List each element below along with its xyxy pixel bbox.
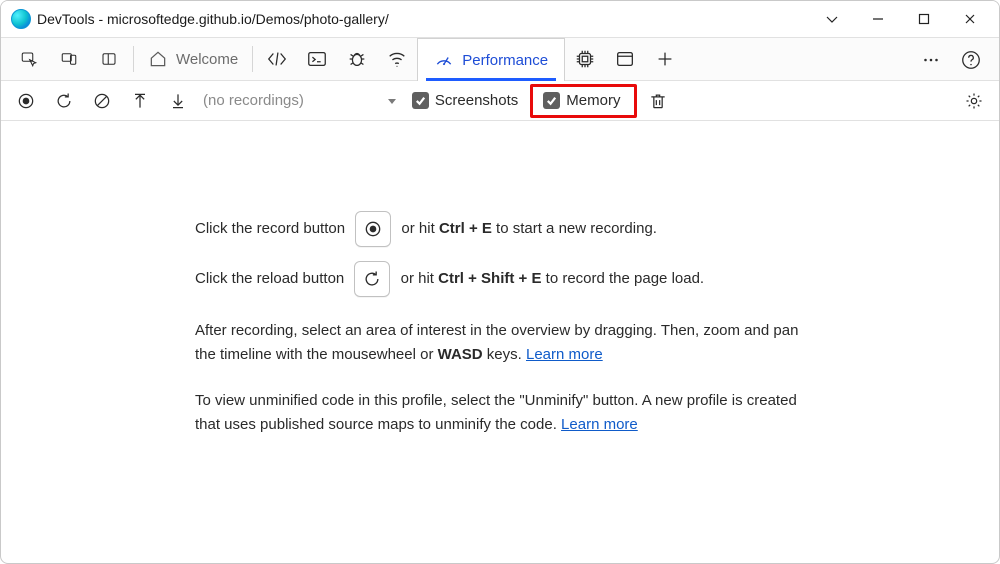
tab-performance-label: Performance (462, 52, 548, 69)
download-profile-button[interactable] (161, 86, 195, 116)
network-icon[interactable] (377, 37, 417, 81)
performance-empty-state: Click the record button or hit Ctrl + E … (1, 121, 999, 563)
learn-more-link[interactable]: Learn more (526, 346, 603, 363)
reload-inline-button[interactable] (354, 261, 390, 297)
divider (252, 46, 253, 72)
maximize-button[interactable] (901, 4, 947, 34)
recordings-dropdown-label[interactable]: (no recordings) (199, 92, 310, 109)
devtools-window: DevTools - microsoftedge.github.io/Demos… (0, 0, 1000, 564)
screenshots-label: Screenshots (435, 92, 518, 109)
close-button[interactable] (947, 4, 993, 34)
memory-chip-icon[interactable] (565, 37, 605, 81)
unminify-instructions: To view unminified code in this profile,… (195, 389, 799, 437)
tab-performance[interactable]: Performance (417, 38, 565, 81)
recordings-dropdown-chevron[interactable] (384, 93, 400, 109)
tab-welcome[interactable]: Welcome (138, 38, 248, 80)
reload-instructions: Click the reload button or hit Ctrl + Sh… (195, 261, 799, 297)
chevron-down-icon[interactable] (809, 4, 855, 34)
window-title: DevTools - microsoftedge.github.io/Demos… (37, 11, 389, 27)
overview-instructions: After recording, select an area of inter… (195, 319, 799, 367)
memory-checkbox[interactable]: Memory (535, 90, 628, 111)
device-toggle-icon[interactable] (49, 37, 89, 81)
settings-gear-icon[interactable] (957, 86, 991, 116)
checkbox-checked-icon (412, 92, 429, 109)
console-icon[interactable] (297, 37, 337, 81)
performance-toolbar: (no recordings) Screenshots Memory (1, 81, 999, 121)
memory-label: Memory (566, 92, 620, 109)
tab-welcome-label: Welcome (176, 51, 238, 68)
reload-record-button[interactable] (47, 86, 81, 116)
minimize-button[interactable] (855, 4, 901, 34)
screenshots-checkbox[interactable]: Screenshots (404, 90, 526, 111)
record-inline-button[interactable] (355, 211, 391, 247)
more-icon[interactable] (911, 38, 951, 82)
learn-more-link-2[interactable]: Learn more (561, 416, 638, 433)
tabstrip: Welcome Performance (1, 37, 999, 81)
trash-button[interactable] (641, 86, 675, 116)
inspect-icon[interactable] (9, 37, 49, 81)
help-icon[interactable] (951, 38, 991, 82)
dock-side-icon[interactable] (89, 37, 129, 81)
sources-bug-icon[interactable] (337, 37, 377, 81)
add-tab-button[interactable] (645, 37, 685, 81)
divider (133, 46, 134, 72)
checkbox-checked-icon (543, 92, 560, 109)
record-instructions: Click the record button or hit Ctrl + E … (195, 211, 799, 247)
elements-icon[interactable] (257, 37, 297, 81)
titlebar: DevTools - microsoftedge.github.io/Demos… (1, 1, 999, 37)
performance-icon (434, 50, 454, 70)
app-icon (11, 9, 31, 29)
application-icon[interactable] (605, 37, 645, 81)
home-icon (148, 49, 168, 69)
upload-profile-button[interactable] (123, 86, 157, 116)
record-button[interactable] (9, 86, 43, 116)
memory-highlight: Memory (530, 84, 637, 118)
clear-button[interactable] (85, 86, 119, 116)
